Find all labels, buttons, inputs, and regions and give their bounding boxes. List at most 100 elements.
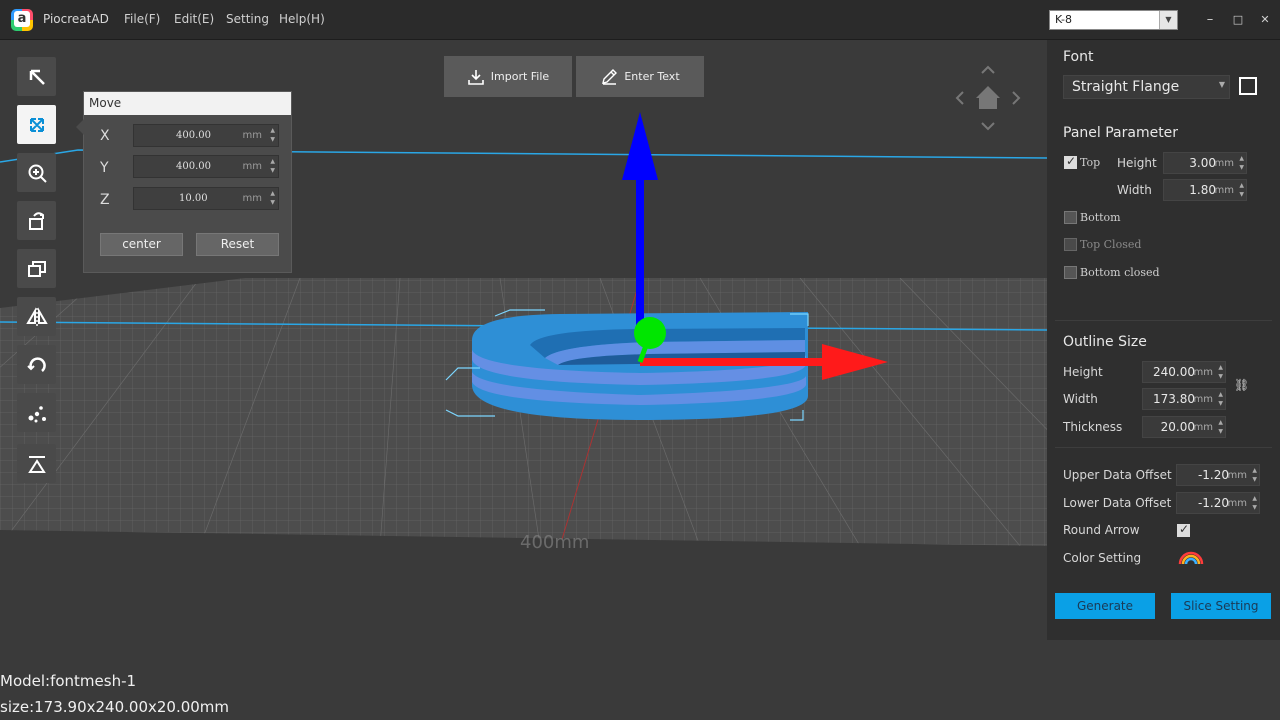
color-setting-label: Color Setting (1063, 551, 1142, 565)
link-ratio-icon[interactable]: ⛓ (1234, 378, 1249, 392)
z-position-input[interactable]: 10.00 mm ▲ ▼ (133, 187, 279, 210)
outline-height-value: 240.00 (1153, 365, 1195, 379)
support-tool-button[interactable] (17, 393, 56, 432)
thickness-input[interactable]: 20.00 mm ▲ ▼ (1142, 416, 1226, 438)
spinner-icon[interactable]: ▲ ▼ (1239, 181, 1244, 199)
panel-width-input[interactable]: 1.80 mm ▲ ▼ (1163, 179, 1247, 201)
select-tool-button[interactable] (17, 57, 56, 96)
y-axis-knob (634, 317, 666, 349)
model-size-text: size:173.90x240.00x20.00mm (0, 698, 230, 716)
bottom-closed-checkbox[interactable] (1064, 266, 1077, 279)
zoom-in-icon (28, 164, 47, 183)
rotate-tool-button[interactable] (17, 345, 56, 384)
y-position-input[interactable]: 400.00 mm ▲ ▼ (133, 155, 279, 178)
rainbow-icon[interactable] (1178, 550, 1204, 564)
center-button[interactable]: center (100, 233, 183, 256)
z-axis-arrow (622, 112, 658, 180)
move-panel: Move X 400.00 mm ▲ ▼ Y 400.00 mm ▲ ▼ Z 10.… (76, 91, 292, 273)
spinner-icon[interactable]: ▲ ▼ (1252, 466, 1257, 484)
thickness-unit: mm (1193, 422, 1213, 433)
move-tool-button[interactable] (17, 105, 56, 144)
generate-button[interactable]: Generate (1055, 593, 1155, 619)
duplicate-tool-button[interactable] (17, 249, 56, 288)
round-arrow-label: Round Arrow (1063, 523, 1140, 537)
spinner-icon[interactable]: ▲ ▼ (270, 189, 275, 207)
lower-offset-value: -1.20 (1197, 496, 1229, 510)
panel-height-label: Height (1117, 156, 1157, 170)
spinner-icon[interactable]: ▲ ▼ (1218, 390, 1223, 408)
outline-width-input[interactable]: 173.80 mm ▲ ▼ (1142, 388, 1226, 410)
printer-select[interactable]: K-8 ▼ (1049, 10, 1178, 30)
outline-height-input[interactable]: 240.00 mm ▲ ▼ (1142, 361, 1226, 383)
rotate-icon (26, 356, 46, 372)
upper-offset-label: Upper Data Offset (1063, 468, 1172, 482)
view-navigation[interactable] (950, 60, 1026, 136)
y-axis-label: Y (100, 160, 109, 176)
menu-edit[interactable]: Edit(E) (174, 12, 214, 26)
top-checkbox[interactable] (1064, 154, 1077, 169)
x-position-input[interactable]: 400.00 mm ▲ ▼ (133, 124, 279, 147)
x-axis-label: X (100, 128, 110, 144)
mirror-tool-button[interactable] (17, 297, 56, 336)
close-button[interactable]: ✕ (1256, 10, 1274, 30)
app-logo-icon (11, 9, 33, 31)
top-closed-label: Top Closed (1080, 238, 1142, 251)
spinner-icon[interactable]: ▲ ▼ (1239, 154, 1244, 172)
font-section-title: Font (1063, 49, 1094, 65)
outline-width-label: Width (1063, 392, 1098, 406)
chevron-down-icon: ▼ (1218, 80, 1225, 89)
mirror-icon (25, 306, 48, 326)
divider (1055, 447, 1272, 448)
model-name-text: Model:fontmesh-1 (0, 672, 137, 690)
outline-width-value: 173.80 (1153, 392, 1195, 406)
move-panel-title: Move (84, 92, 291, 115)
top-closed-checkbox[interactable] (1064, 238, 1077, 251)
grid-lines (0, 278, 1047, 546)
rotate-place-tool-button[interactable] (17, 201, 56, 240)
lower-offset-unit: mm (1227, 498, 1247, 509)
bottom-closed-label: Bottom closed (1080, 266, 1160, 279)
round-arrow-checkbox[interactable] (1177, 522, 1190, 537)
font-color-swatch[interactable] (1239, 77, 1257, 95)
thickness-label: Thickness (1063, 420, 1123, 434)
menu-help[interactable]: Help(H) (279, 12, 325, 26)
slice-setting-button[interactable]: Slice Setting (1171, 593, 1271, 619)
arrow-up-left-icon (29, 69, 45, 85)
bottom-checkbox-label: Bottom (1080, 211, 1121, 224)
upper-offset-value: -1.20 (1197, 468, 1229, 482)
spinner-icon[interactable]: ▲ ▼ (1218, 418, 1223, 436)
spinner-icon[interactable]: ▲ ▼ (1218, 363, 1223, 381)
maximize-button[interactable]: □ (1229, 10, 1247, 30)
font-select-value: Straight Flange (1072, 79, 1180, 95)
upper-offset-input[interactable]: -1.20 mm ▲ ▼ (1176, 464, 1260, 486)
lay-flat-tool-button[interactable] (17, 444, 56, 483)
lay-flat-icon (27, 455, 46, 473)
top-checkbox-label: Top (1080, 156, 1101, 169)
thickness-value: 20.00 (1160, 420, 1195, 434)
y-position-unit: mm (242, 161, 262, 172)
spinner-icon[interactable]: ▲ ▼ (270, 126, 275, 144)
bottom-checkbox[interactable] (1064, 211, 1077, 224)
reset-button[interactable]: Reset (196, 233, 279, 256)
panel-height-input[interactable]: 3.00 mm ▲ ▼ (1163, 152, 1247, 174)
z-axis-handle (636, 176, 644, 336)
menu-file[interactable]: File(F) (124, 12, 160, 26)
font-select[interactable]: Straight Flange ▼ (1063, 75, 1230, 99)
menu-setting[interactable]: Setting (226, 12, 269, 26)
move-arrows-icon (29, 117, 44, 132)
panel-height-unit: mm (1214, 158, 1234, 169)
spinner-icon[interactable]: ▲ ▼ (1252, 494, 1257, 512)
lower-offset-input[interactable]: -1.20 mm ▲ ▼ (1176, 492, 1260, 514)
import-file-button[interactable]: Import File (444, 56, 572, 97)
zoom-tool-button[interactable] (17, 153, 56, 192)
outline-size-title: Outline Size (1063, 334, 1147, 350)
upper-offset-unit: mm (1227, 470, 1247, 481)
viewport-3d[interactable]: 400mm Move X 400.00 mm ▲ ▼ Y 400.00 mm ▲… (0, 40, 1047, 640)
enter-text-label: Enter Text (624, 70, 680, 83)
chevron-down-icon: ▼ (1159, 11, 1177, 29)
minimize-button[interactable]: – (1201, 10, 1219, 30)
app-title: PiocreatAD (43, 12, 109, 26)
spinner-icon[interactable]: ▲ ▼ (270, 157, 275, 175)
x-position-value: 400.00 (176, 130, 211, 141)
enter-text-button[interactable]: Enter Text (576, 56, 704, 97)
